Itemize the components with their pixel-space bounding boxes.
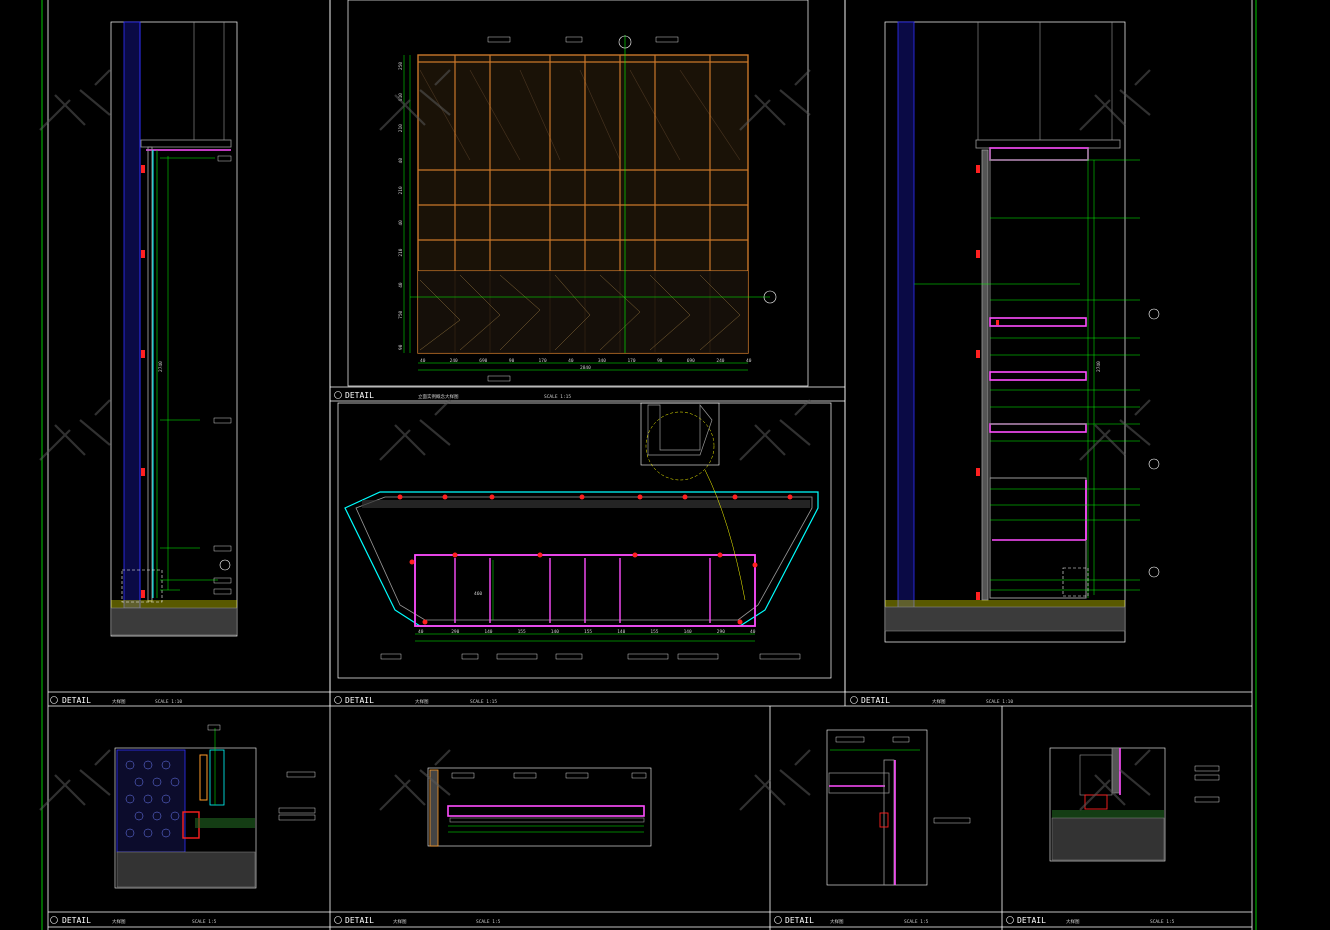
dimension-label: 340 [598, 358, 606, 364]
detail-label: DETAIL [345, 391, 374, 400]
dimension-label: 750 [398, 310, 404, 318]
detail-label: DETAIL [861, 696, 890, 705]
overall-width-dim: 2840 [580, 365, 591, 371]
right-section-detail: 2740 [884, 21, 1160, 643]
dimension-label: 690 [479, 358, 487, 364]
detail-bubble [774, 916, 782, 924]
title-bar-4: DETAIL 大样图 SCALE 1:10 [850, 696, 1013, 705]
dimension-label: 40 [418, 629, 424, 635]
dimension-label: 690 [687, 358, 695, 364]
detail-label: DETAIL [62, 696, 91, 705]
dimension-label: 155 [518, 629, 526, 635]
dimension-label: 40 [398, 282, 404, 288]
dimension-label: 290 [717, 629, 725, 635]
detail-title: 大样图 [932, 698, 946, 705]
dimension-label: 40 [398, 158, 404, 164]
bottom-detail-2 [427, 767, 652, 847]
dimension-label: 155 [650, 629, 658, 635]
height-dim: 2740 [158, 361, 164, 372]
dimension-label: 140 [484, 629, 492, 635]
dimension-label: 170 [627, 358, 635, 364]
title-bar-8: DETAIL 大样图 SCALE 1:5 [1006, 916, 1175, 925]
dimension-label: 90 [657, 358, 663, 364]
detail-bubble [50, 696, 58, 704]
dimension-label: 240 [450, 358, 458, 364]
detail-title: 立面实例概念大样图 [418, 393, 459, 400]
dimension-label: 210 [398, 124, 404, 132]
detail-scale: SCALE 1:10 [986, 699, 1013, 705]
title-bar-7: DETAIL 大样图 SCALE 1:5 [774, 916, 929, 925]
detail-bubble [850, 696, 858, 704]
detail-label: DETAIL [62, 916, 91, 925]
dimension-label: 140 [551, 629, 559, 635]
dimension-label: 40 [398, 220, 404, 226]
detail-bubble [334, 916, 342, 924]
dimension-label: 40 [420, 358, 426, 364]
dimension-label: 40 [746, 358, 752, 364]
elevation-left-dims: 25081021040210402104075090 [398, 62, 404, 350]
detail-label: DETAIL [345, 916, 374, 925]
title-bar-2: DETAIL 大样图 SCALE 1:10 [50, 696, 182, 705]
detail-scale: SCALE 1:15 [470, 699, 497, 705]
elevation-drawing: 2840 [347, 0, 809, 387]
dimension-label: 90 [509, 358, 515, 364]
bottom-detail-4 [1049, 747, 1220, 862]
detail-bubble [50, 916, 58, 924]
dimension-label: 290 [451, 629, 459, 635]
detail-title: 大样图 [112, 698, 126, 705]
detail-scale: SCALE 1:10 [155, 699, 182, 705]
detail-title: 大样图 [830, 918, 844, 925]
plan-depth-dim: 460 [474, 591, 482, 597]
bottom-detail-1 [114, 724, 316, 889]
detail-scale: SCALE 1:5 [904, 919, 929, 925]
dimension-label: 170 [539, 358, 547, 364]
wall-hatch [123, 21, 141, 609]
detail-title: 大样图 [112, 918, 126, 925]
dimension-label: 40 [568, 358, 574, 364]
dimension-label: 90 [398, 344, 404, 350]
detail-label: DETAIL [785, 916, 814, 925]
bottom-detail-3 [826, 729, 971, 886]
cad-drawing-sheet: DETAIL 立面实例概念大样图 SCALE 1:15 DETAIL 大样图 S… [39, 0, 1257, 930]
plan-outline [344, 491, 819, 627]
dimension-label: 210 [398, 248, 404, 256]
dimension-label: 40 [750, 629, 756, 635]
detail-title: 大样图 [393, 918, 407, 925]
dimension-label: 155 [584, 629, 592, 635]
detail-scale: SCALE 1:15 [544, 394, 571, 400]
plan-red-points [397, 494, 793, 625]
detail-title: 大样图 [1066, 918, 1080, 925]
title-bar-3: DETAIL 大样图 SCALE 1:15 [334, 696, 497, 705]
detail-scale: SCALE 1:5 [476, 919, 501, 925]
dimension-label: 140 [684, 629, 692, 635]
left-section-detail: 2740 [110, 21, 238, 637]
detail-label: DETAIL [345, 696, 374, 705]
dimension-label: 250 [398, 62, 404, 70]
detail-label: DETAIL [1017, 916, 1046, 925]
right-height-dim: 2740 [1096, 361, 1102, 372]
dimension-label: 210 [398, 186, 404, 194]
detail-bubble [1006, 916, 1014, 924]
red-connectors [141, 165, 145, 598]
title-bar-5: DETAIL 大样图 SCALE 1:5 [50, 916, 217, 925]
detail-scale: SCALE 1:5 [1150, 919, 1175, 925]
dimension-label: 240 [716, 358, 724, 364]
detail-bubble [334, 696, 342, 704]
title-bar-6: DETAIL 大样图 SCALE 1:5 [334, 916, 501, 925]
detail-title: 大样图 [415, 698, 429, 705]
title-bar-1: DETAIL 立面实例概念大样图 SCALE 1:15 [334, 391, 571, 400]
dimension-label: 140 [617, 629, 625, 635]
shelves [989, 317, 1087, 433]
detail-bubble [334, 391, 342, 399]
detail-scale: SCALE 1:5 [192, 919, 217, 925]
